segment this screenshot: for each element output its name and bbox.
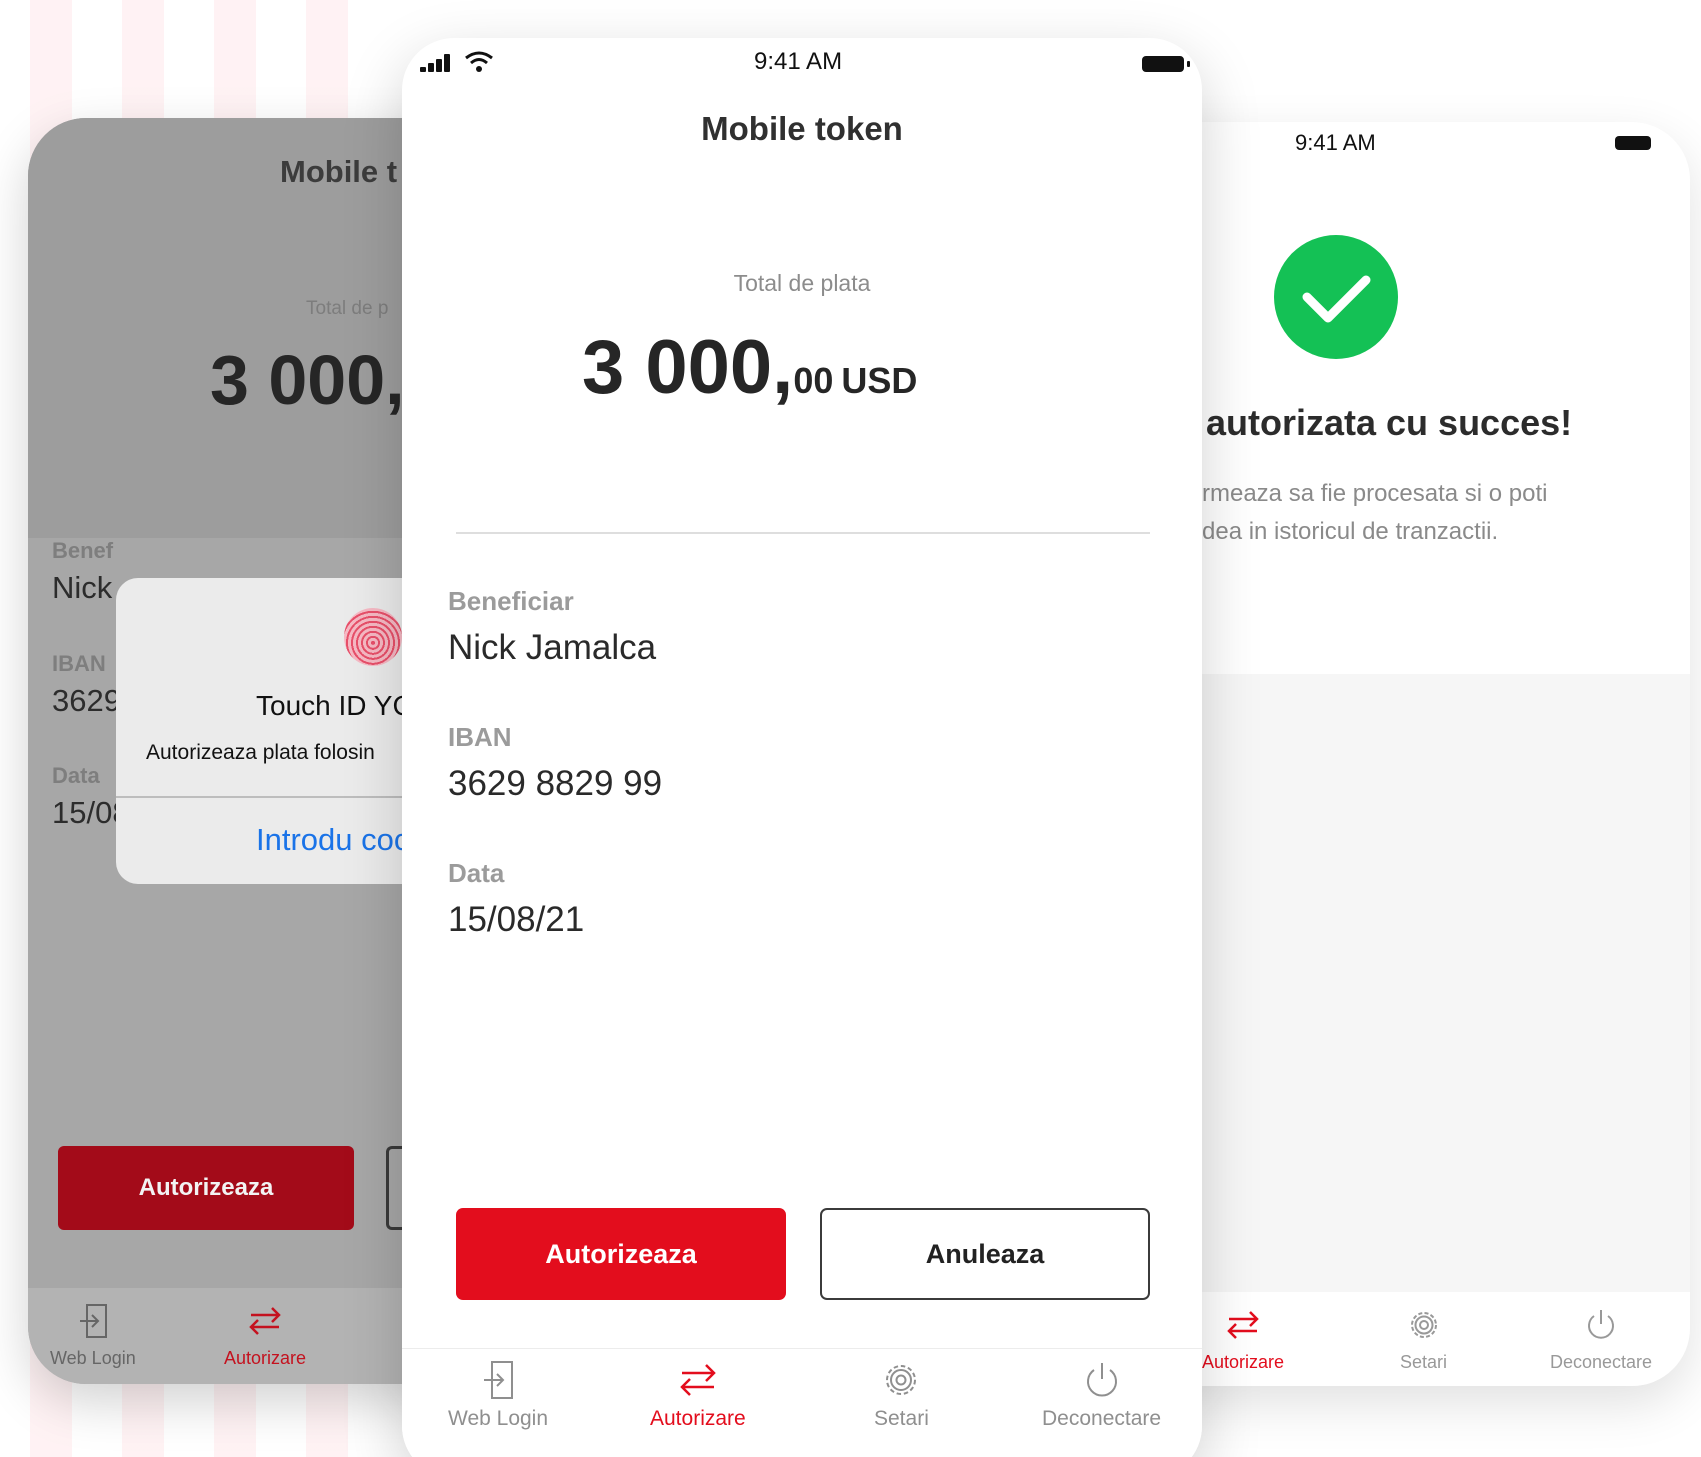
power-icon [1583, 1306, 1619, 1344]
amount-integer: 3 000, [582, 325, 794, 410]
battery-icon [1615, 136, 1651, 150]
nav-label: Deconectare [1550, 1352, 1653, 1372]
authorize-button[interactable]: Autorizeaza [58, 1146, 354, 1230]
nav-label: Autorizare [650, 1407, 746, 1430]
nav-autorizare[interactable]: Autorizare [1202, 1306, 1284, 1373]
nav-setari[interactable]: Setari [1400, 1306, 1447, 1373]
status-time: 9:41 AM [754, 48, 843, 75]
nav-deconectare[interactable]: Deconectare [1042, 1361, 1161, 1431]
status-bar: 9:41 AM [402, 38, 1202, 88]
nav-label: Autorizare [224, 1348, 307, 1368]
iban-value: 3629 8829 99 [448, 764, 663, 803]
beneficiary-value: Nick Jamalca [448, 628, 657, 667]
nav-autorizare[interactable]: Autorizare [650, 1361, 746, 1431]
power-icon [1082, 1361, 1122, 1399]
wifi-icon [464, 50, 494, 79]
phone-mobile-token: 9:41 AM Mobile token Total de plata 3 00… [402, 38, 1202, 1457]
signal-icon [420, 54, 454, 72]
nav-label: Setari [1400, 1352, 1448, 1372]
page-title: Mobile token [701, 110, 903, 147]
page-title: Mobile t [280, 154, 398, 189]
transfer-icon [247, 1302, 283, 1340]
bottom-nav: Web Login Autorizare Setari Deconectare [402, 1348, 1202, 1457]
nav-label: Deconectare [1042, 1407, 1162, 1430]
success-description: dea in istoricul de tranzactii. [1202, 518, 1499, 545]
authorize-button[interactable]: Autorizeaza [456, 1208, 786, 1300]
touch-id-message: Autorizeaza plata folosin [146, 741, 375, 764]
amount-decimals: 00 [793, 360, 834, 401]
enter-code-link[interactable]: Introdu coc [256, 822, 409, 858]
login-icon [78, 1302, 108, 1340]
iban-value: 3629 [52, 683, 121, 718]
success-description: rmeaza sa fie procesata si o poti [1202, 480, 1548, 507]
status-time: 9:41 AM [1295, 130, 1376, 155]
total-label: Total de plata [733, 270, 871, 296]
nav-setari[interactable]: Setari [874, 1361, 929, 1431]
nav-autorizare[interactable]: Autorizare [224, 1302, 306, 1369]
login-icon [482, 1361, 514, 1399]
amount-currency: USD [841, 360, 918, 401]
success-heading: autorizata cu succes! [1206, 402, 1573, 443]
nav-label: Setari [874, 1407, 929, 1430]
transfer-icon [1225, 1306, 1261, 1344]
fingerprint-icon [344, 608, 402, 666]
date-value: 15/08/21 [448, 900, 585, 939]
date-label: Data [52, 763, 100, 788]
nav-web-login[interactable]: Web Login [448, 1361, 548, 1431]
date-label: Data [448, 858, 505, 888]
iban-label: IBAN [448, 722, 512, 752]
total-amount: 3 000, [210, 341, 405, 419]
beneficiary-label: Benef [52, 538, 114, 563]
touch-id-title: Touch ID YC [256, 690, 413, 721]
gear-icon [1406, 1306, 1442, 1344]
beneficiary-label: Beneficiar [448, 586, 574, 616]
nav-label: Web Login [50, 1348, 136, 1368]
battery-icon [1142, 56, 1184, 72]
success-checkmark-icon [1274, 235, 1398, 359]
nav-web-login[interactable]: Web Login [50, 1302, 136, 1369]
transfer-icon [678, 1361, 718, 1399]
divider [456, 532, 1150, 534]
iban-label: IBAN [52, 651, 106, 676]
total-amount: 3 000,00 USD [582, 324, 917, 411]
total-label: Total de p [306, 298, 389, 319]
nav-deconectare[interactable]: Deconectare [1550, 1306, 1652, 1373]
cancel-button[interactable]: Anuleaza [820, 1208, 1150, 1300]
beneficiary-value: Nick [52, 570, 113, 605]
gear-icon [881, 1361, 921, 1399]
nav-label: Web Login [448, 1407, 549, 1430]
nav-label: Autorizare [1202, 1352, 1285, 1372]
